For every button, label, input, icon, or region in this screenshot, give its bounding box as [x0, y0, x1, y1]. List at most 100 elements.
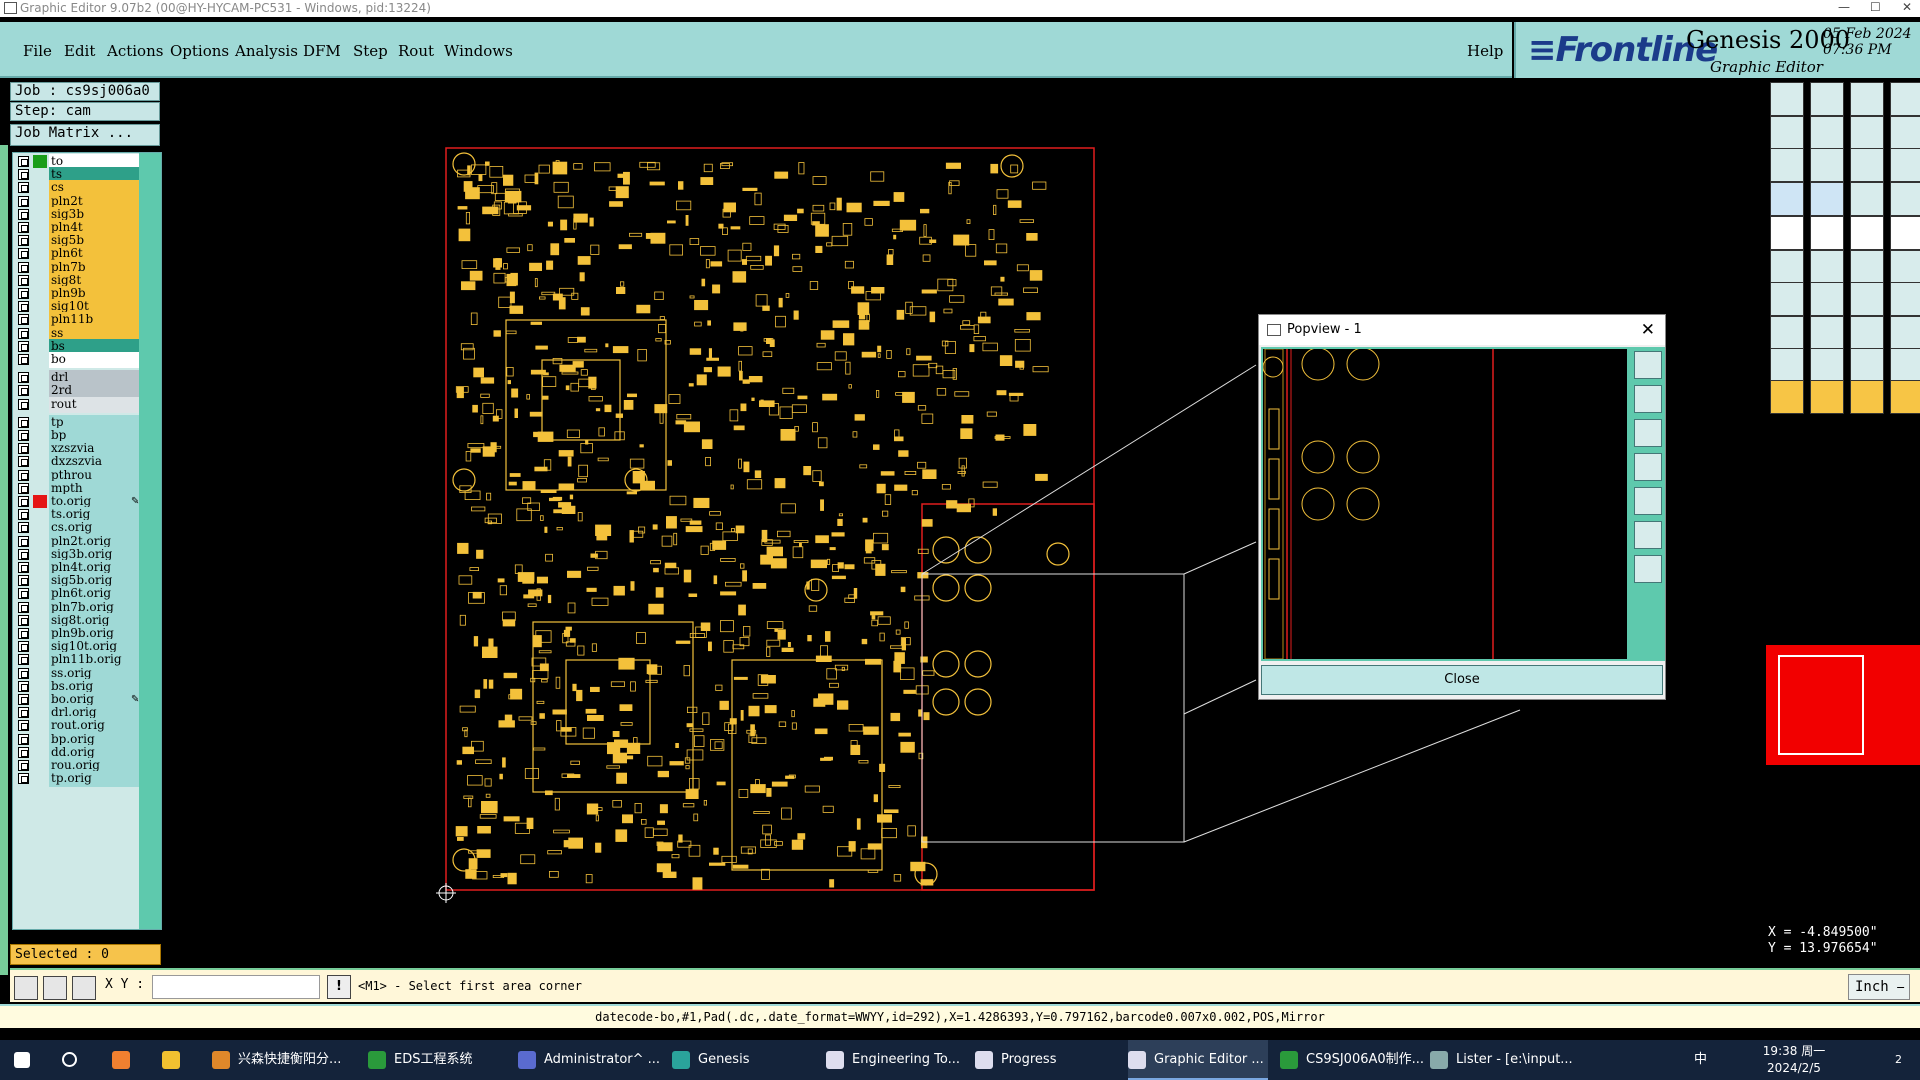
layer-checkbox[interactable]	[18, 746, 29, 758]
layer-checkbox[interactable]	[18, 443, 29, 455]
taskbar-item[interactable]: Engineering To...	[826, 1040, 966, 1080]
taskbar-item[interactable]: Genesis	[672, 1040, 812, 1080]
layer-checkbox[interactable]	[18, 222, 29, 233]
menu-edit[interactable]: Edit	[64, 42, 95, 60]
layer-checkbox[interactable]	[18, 760, 29, 771]
layer-list[interactable]: to ts cs pln2t sig3b pln4t sig5b pln6t pln7b sig8…	[12, 152, 162, 930]
taskbar-item[interactable]: Progress	[975, 1040, 1115, 1080]
file-explorer-icon[interactable]	[162, 1040, 186, 1080]
toolbar-tool-icon[interactable]	[1850, 82, 1884, 116]
menu-dfm[interactable]: DFM	[303, 42, 341, 60]
layer-checkbox[interactable]	[18, 535, 29, 547]
popview-close-icon[interactable]: ✕	[1641, 320, 1655, 340]
layer-name[interactable]: rout	[49, 396, 145, 413]
toolbar-tool-icon[interactable]	[1810, 282, 1844, 316]
popview-close-button[interactable]: Close	[1261, 665, 1663, 695]
layer-checkbox[interactable]	[18, 628, 29, 639]
toolbar-tool-icon[interactable]	[1850, 148, 1884, 182]
layer-checkbox[interactable]	[18, 314, 29, 326]
search-icon[interactable]	[62, 1040, 86, 1080]
popview-pan-right-icon[interactable]	[1634, 487, 1662, 515]
layer-checkbox[interactable]	[18, 156, 29, 167]
toolbar-tool-icon[interactable]	[1850, 216, 1884, 250]
toolbar-tool-icon[interactable]	[1810, 82, 1844, 116]
alert-button[interactable]: !	[327, 975, 351, 999]
toolbar-tool-icon[interactable]	[1850, 250, 1884, 284]
minimize-button[interactable]: —	[1838, 0, 1850, 14]
layer-checkbox[interactable]	[18, 562, 29, 573]
toolbar-tool-icon[interactable]	[1770, 348, 1804, 382]
taskbar-item[interactable]: Lister - [e:\input...	[1430, 1040, 1573, 1080]
toolbar-tool-icon[interactable]	[1770, 282, 1804, 316]
taskbar-item[interactable]: 兴森快捷衡阳分...	[212, 1040, 352, 1080]
overview-frame[interactable]	[1778, 655, 1864, 755]
menu-help[interactable]: Help	[1467, 42, 1503, 60]
snap-icon[interactable]	[14, 976, 38, 1000]
close-button[interactable]: ✕	[1902, 0, 1912, 14]
toolbar-tool-icon[interactable]	[1770, 116, 1804, 150]
layer-checkbox[interactable]	[18, 274, 29, 286]
layer-checkbox[interactable]	[18, 354, 29, 365]
system-clock[interactable]: 19:38 周一 2024/2/5	[1758, 1040, 1830, 1080]
toolbar-tool-icon[interactable]	[1850, 348, 1884, 382]
toolbar-tool-icon[interactable]	[1770, 82, 1804, 116]
xy-input[interactable]	[152, 975, 320, 999]
toolbar-tool-icon[interactable]	[1810, 250, 1844, 284]
toolbar-tool-icon[interactable]	[1850, 116, 1884, 150]
tray-lang[interactable]: 中	[1660, 1040, 1720, 1080]
toolbar-tool-icon[interactable]	[1810, 348, 1844, 382]
toolbar-tool-icon[interactable]	[1890, 250, 1920, 284]
layer-checkbox[interactable]	[18, 248, 29, 260]
layer-checkbox[interactable]	[18, 327, 29, 339]
toolbar-tool-icon[interactable]	[1890, 182, 1920, 216]
layer-checkbox[interactable]	[18, 575, 29, 587]
layer-checkbox[interactable]	[18, 496, 29, 507]
layer-checkbox[interactable]	[18, 482, 29, 494]
layer-checkbox[interactable]	[18, 548, 29, 560]
toolbar-tool-icon[interactable]	[1770, 316, 1804, 350]
toolbar-tool-icon[interactable]	[1890, 348, 1920, 382]
toolbar-tool-icon[interactable]	[1770, 182, 1804, 216]
toolbar-tool-icon[interactable]	[1810, 316, 1844, 350]
popview-fit-icon[interactable]	[1634, 521, 1662, 549]
layer-checkbox[interactable]	[18, 235, 29, 247]
toolbar-tool-icon[interactable]	[1810, 216, 1844, 250]
start-icon[interactable]	[14, 1040, 38, 1080]
grid-icon[interactable]	[72, 976, 96, 1000]
popview-canvas[interactable]	[1261, 347, 1629, 661]
layer-checkbox[interactable]	[18, 195, 29, 207]
layer-checkbox[interactable]	[18, 733, 29, 745]
toolbar-tool-icon[interactable]	[1850, 182, 1884, 216]
popview-pan-left-icon[interactable]	[1634, 453, 1662, 481]
popview-zoom-in-icon[interactable]	[1634, 385, 1662, 413]
menu-options[interactable]: Options	[170, 42, 229, 60]
toolbar-tool-icon[interactable]	[1770, 380, 1804, 414]
menu-file[interactable]: File	[23, 42, 52, 60]
unit-selector[interactable]: Inch ⎯	[1848, 974, 1910, 1000]
layer-checkbox[interactable]	[18, 301, 29, 313]
layer-checkbox[interactable]	[18, 430, 29, 441]
toolbar-tool-icon[interactable]	[1850, 316, 1884, 350]
menu-analysis[interactable]: Analysis	[235, 42, 298, 60]
layer-checkbox[interactable]	[18, 720, 29, 732]
layer-checkbox[interactable]	[18, 169, 29, 181]
layer-checkbox[interactable]	[18, 667, 29, 679]
layer-checkbox[interactable]	[18, 456, 29, 468]
layer-name[interactable]: tp.orig	[49, 771, 145, 788]
toolbar-tool-icon[interactable]	[1890, 316, 1920, 350]
layer-checkbox[interactable]	[18, 614, 29, 626]
toolbar-tool-icon[interactable]	[1810, 182, 1844, 216]
popview-zoom-home-icon[interactable]	[1634, 351, 1662, 379]
toolbar-tool-icon[interactable]	[1890, 282, 1920, 316]
toolbar-tool-icon[interactable]	[1890, 116, 1920, 150]
layer-checkbox[interactable]	[18, 641, 29, 653]
toolbar-tool-icon[interactable]	[1890, 82, 1920, 116]
taskbar-item[interactable]: Administrator^ ...	[518, 1040, 660, 1080]
menu-step[interactable]: Step	[353, 42, 388, 60]
toolbar-tool-icon[interactable]	[1890, 148, 1920, 182]
layer-checkbox[interactable]	[18, 372, 29, 384]
layer-name[interactable]: bo	[49, 352, 145, 368]
layer-checkbox[interactable]	[18, 654, 29, 666]
menu-rout[interactable]: Rout	[398, 42, 434, 60]
layer-checkbox[interactable]	[18, 385, 29, 397]
